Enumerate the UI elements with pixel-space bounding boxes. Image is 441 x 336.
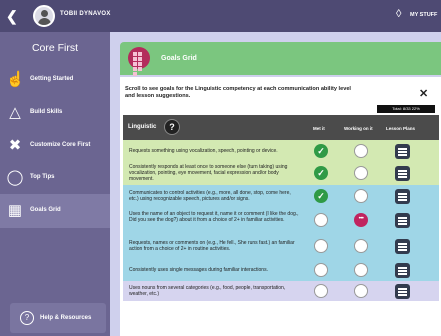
avatar-body: [38, 18, 51, 25]
my-stuff-button[interactable]: MY STUFF: [410, 12, 437, 18]
table-row: Consistently uses single messages during…: [123, 258, 439, 281]
working-empty-circle[interactable]: [354, 239, 368, 253]
sidebar-item-label: Getting Started: [30, 76, 74, 82]
goals-panel: Scroll to see goals for the Linguistic c…: [120, 77, 441, 336]
tools-icon: ✖: [8, 137, 22, 154]
goal-text: Consistently responds at least once to s…: [129, 164, 288, 183]
lesson-plan-icon[interactable]: [395, 144, 410, 159]
total-badge: Total: 8/33 22%: [377, 105, 435, 113]
sidebar-title: Core First: [31, 42, 79, 54]
met-empty-circle[interactable]: [314, 239, 328, 253]
table-header: Linguistic ? Met it Working on it Lesson…: [123, 115, 439, 140]
goal-text: Uses nouns from several categories (e.g.…: [129, 285, 286, 298]
goal-text: Requests something using vocalization, s…: [129, 148, 278, 154]
main-content: Goals Grid Scroll to see goals for the L…: [110, 32, 441, 336]
sidebar-item-getting-started[interactable]: ☝ Getting Started: [0, 63, 110, 97]
sidebar-item-customize[interactable]: ✖ Customize Core First: [0, 129, 110, 163]
goal-text: Communicates to control activities (e.g.…: [129, 190, 291, 203]
table-row: Communicates to control activities (e.g.…: [123, 185, 439, 206]
goals-grid-header: Goals Grid: [120, 42, 441, 76]
intro-text: Scroll to see goals for the Linguistic c…: [125, 86, 351, 99]
category-label: Linguistic: [128, 124, 157, 130]
layers-icon[interactable]: ◊: [396, 8, 401, 20]
met-it-header: Met it: [313, 126, 325, 131]
working-empty-circle[interactable]: [354, 263, 368, 277]
working-on-it-header: Working on it: [344, 126, 373, 131]
lesson-plan-icon[interactable]: [395, 239, 410, 254]
sidebar-item-build-skills[interactable]: △ Build Skills: [0, 96, 110, 130]
working-empty-circle[interactable]: [354, 189, 368, 203]
grid-icon: ▦: [7, 202, 23, 219]
table-row: Uses nouns from several categories (e.g.…: [123, 281, 439, 301]
sidebar-item-label: Customize Core First: [30, 142, 91, 148]
table-row: Requests something using vocalization, s…: [123, 140, 439, 161]
user-name: TOBII DYNAVOX: [60, 11, 111, 17]
met-check-icon[interactable]: ✓: [314, 144, 328, 158]
close-icon[interactable]: ✕: [419, 87, 428, 100]
lightbulb-icon: ◯: [6, 169, 24, 186]
page-title: Goals Grid: [161, 55, 197, 62]
help-icon: ?: [20, 311, 34, 325]
met-empty-circle[interactable]: [314, 213, 328, 227]
lesson-plan-icon[interactable]: [395, 189, 410, 204]
table-row: Requests, names or comments on (e.g., He…: [123, 234, 439, 258]
working-empty-circle[interactable]: [354, 166, 368, 180]
table-row: Consistently responds at least once to s…: [123, 161, 439, 185]
met-empty-circle[interactable]: [314, 284, 328, 298]
graduation-cap-icon: △: [9, 104, 21, 121]
avatar-head: [41, 10, 48, 17]
sidebar-item-label: Build Skills: [30, 109, 63, 115]
help-label: Help & Resources: [40, 315, 92, 321]
goal-text: Uses the name of an object to request it…: [129, 211, 299, 224]
lesson-plan-icon[interactable]: [395, 263, 410, 278]
top-bar: ❮ TOBII DYNAVOX ◊ MY STUFF: [0, 0, 441, 32]
met-check-icon[interactable]: ✓: [314, 189, 328, 203]
lesson-plan-icon[interactable]: [395, 166, 410, 181]
goals-grid-icon: [128, 47, 150, 76]
working-empty-circle[interactable]: [354, 284, 368, 298]
avatar[interactable]: [33, 5, 55, 27]
working-empty-circle[interactable]: [354, 144, 368, 158]
sidebar-item-goals-grid[interactable]: ▦ Goals Grid: [0, 194, 110, 228]
working-dots-icon[interactable]: •••: [354, 213, 368, 227]
sidebar: Core First ☝ Getting Started △ Build Ski…: [0, 32, 110, 336]
goal-text: Requests, names or comments on (e.g., He…: [129, 240, 295, 253]
lesson-plan-icon[interactable]: [395, 213, 410, 228]
help-resources-button[interactable]: ? Help & Resources: [10, 303, 106, 333]
sidebar-item-top-tips[interactable]: ◯ Top Tips: [0, 161, 110, 195]
goal-text: Consistently uses single messages during…: [129, 267, 268, 273]
lesson-plans-header: Lesson Plans: [386, 126, 416, 131]
met-check-icon[interactable]: ✓: [314, 166, 328, 180]
met-empty-circle[interactable]: [314, 263, 328, 277]
table-row: Uses the name of an object to request it…: [123, 206, 439, 234]
chevron-left-icon[interactable]: ❮: [6, 8, 18, 25]
lesson-plan-icon[interactable]: [395, 284, 410, 299]
sidebar-item-label: Top Tips: [30, 174, 55, 180]
sidebar-item-label: Goals Grid: [30, 207, 61, 213]
hand-pointer-icon: ☝: [6, 71, 25, 88]
help-question-icon[interactable]: ?: [164, 119, 180, 135]
